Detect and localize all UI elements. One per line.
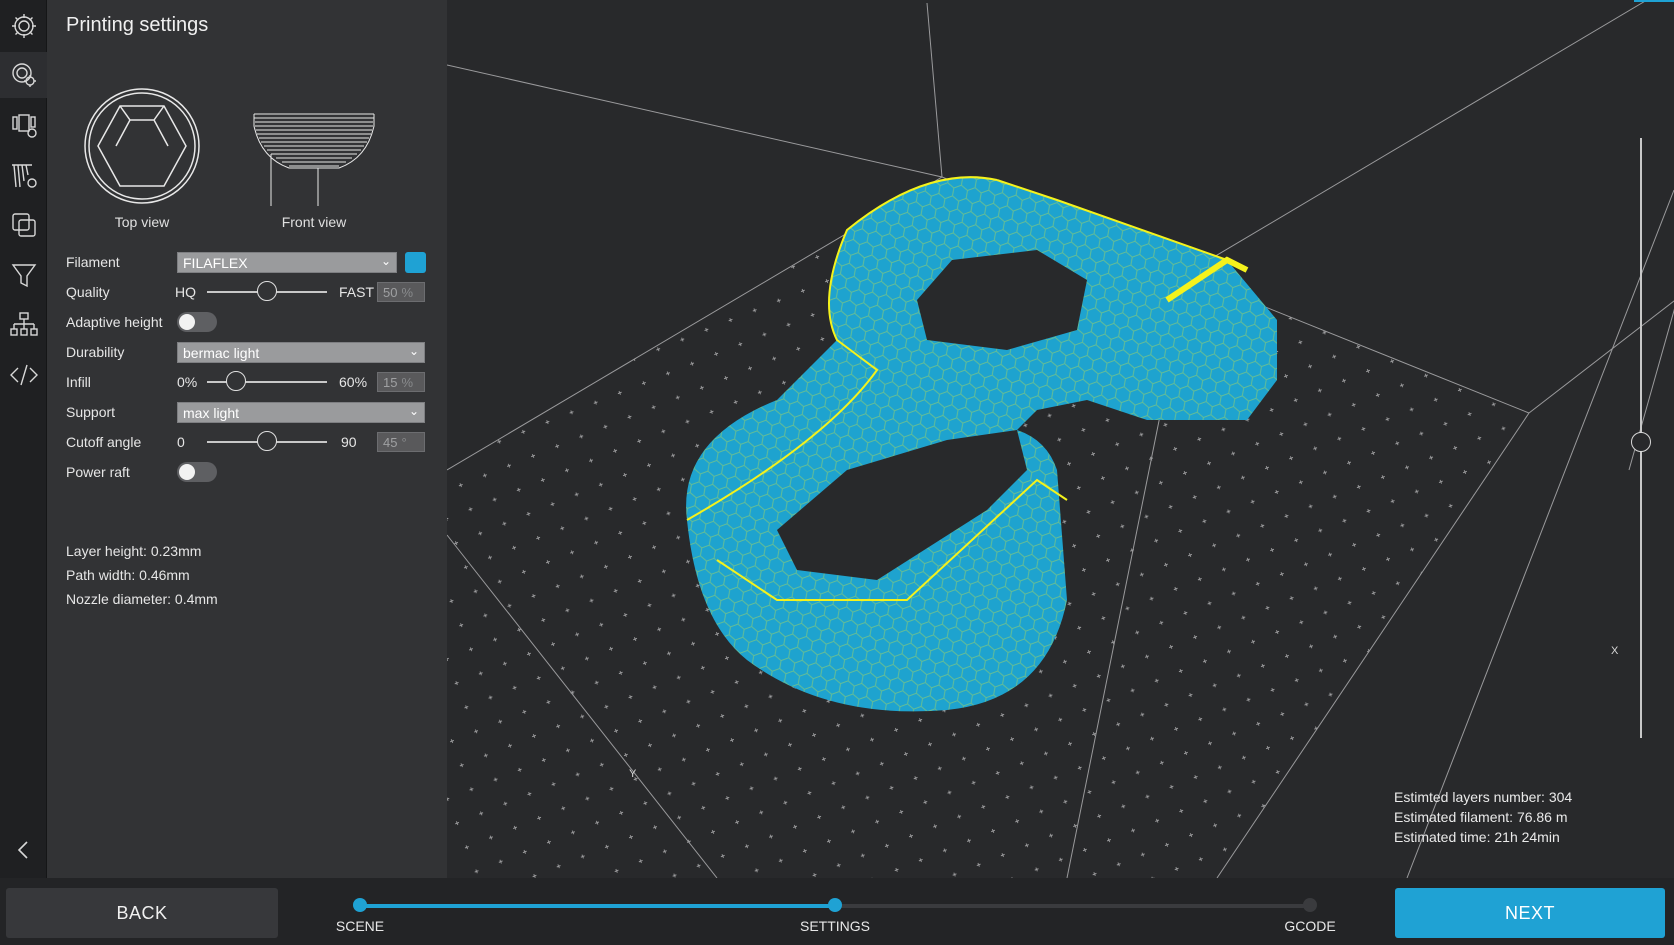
power-raft-label: Power raft bbox=[66, 464, 130, 480]
quality-slider-knob[interactable] bbox=[257, 281, 277, 301]
quality-max: FAST bbox=[339, 284, 375, 300]
app: Printing settings Top view Front view Fi… bbox=[0, 0, 1674, 945]
panel-title: Printing settings bbox=[66, 14, 209, 36]
adaptive-height-label: Adaptive height bbox=[66, 314, 163, 330]
nozzle-diameter-info: Nozzle diameter: 0.4mm bbox=[66, 591, 218, 607]
step-dot-settings[interactable] bbox=[828, 898, 842, 912]
chevron-down-icon: ⌄ bbox=[380, 254, 391, 268]
layer-slider-knob[interactable] bbox=[1631, 432, 1651, 452]
filament-label: Filament bbox=[66, 254, 120, 270]
infill-slider-track[interactable] bbox=[207, 381, 327, 383]
support-select[interactable]: max light ⌄ bbox=[177, 402, 425, 423]
filament-value: FILAFLEX bbox=[183, 255, 248, 271]
adaptive-height-toggle[interactable] bbox=[177, 312, 217, 332]
progress-done bbox=[360, 904, 835, 908]
front-view-icon bbox=[253, 113, 375, 206]
collapse-panel-icon[interactable] bbox=[12, 838, 36, 862]
back-button[interactable]: BACK bbox=[6, 888, 278, 938]
printer-settings-icon[interactable] bbox=[0, 102, 47, 148]
quality-label: Quality bbox=[66, 284, 110, 300]
3d-viewport[interactable]: X Y bbox=[447, 0, 1674, 878]
estimated-layers: Estimted layers number: 304 bbox=[1394, 789, 1573, 805]
quality-unit: % bbox=[401, 285, 414, 300]
cutoff-angle-slider-knob[interactable] bbox=[257, 431, 277, 451]
next-button[interactable]: NEXT bbox=[1395, 888, 1665, 938]
step-dot-gcode[interactable] bbox=[1303, 898, 1317, 912]
layer-height-info: Layer height: 0.23mm bbox=[66, 543, 202, 559]
step-label-gcode[interactable]: GCODE bbox=[1284, 918, 1335, 934]
path-width-info: Path width: 0.46mm bbox=[66, 567, 190, 583]
sidebar bbox=[0, 0, 47, 878]
chevron-down-icon: ⌄ bbox=[408, 344, 419, 358]
infill-value: 15 bbox=[383, 375, 398, 390]
filament-select[interactable]: FILAFLEX ⌄ bbox=[177, 252, 397, 273]
support-label: Support bbox=[66, 404, 116, 420]
filament-color-swatch[interactable] bbox=[405, 252, 426, 273]
layers-icon[interactable] bbox=[0, 202, 47, 248]
print-bed-scene: X Y bbox=[447, 0, 1674, 878]
settings-gear-icon[interactable] bbox=[0, 3, 47, 49]
infill-unit: % bbox=[401, 375, 414, 390]
filter-icon[interactable] bbox=[0, 252, 47, 298]
top-view-icon bbox=[84, 88, 200, 204]
quality-input[interactable]: 50% bbox=[377, 282, 425, 302]
infill-min: 0% bbox=[177, 374, 198, 390]
x-axis-label: X bbox=[1611, 645, 1619, 657]
infill-label: Infill bbox=[66, 374, 91, 390]
power-raft-toggle[interactable] bbox=[177, 462, 217, 482]
progress-remaining bbox=[835, 904, 1310, 908]
tree-icon[interactable] bbox=[0, 302, 47, 348]
printing-settings-icon[interactable] bbox=[0, 52, 47, 98]
durability-select[interactable]: bermac light ⌄ bbox=[177, 342, 425, 363]
support-value: max light bbox=[183, 405, 240, 421]
step-dot-scene[interactable] bbox=[353, 898, 367, 912]
top-accent-bar bbox=[1634, 0, 1674, 2]
y-axis-label: Y bbox=[629, 768, 637, 780]
durability-label: Durability bbox=[66, 344, 125, 360]
cutoff-angle-min: 0 bbox=[177, 434, 185, 450]
step-label-settings[interactable]: SETTINGS bbox=[800, 918, 870, 934]
code-icon[interactable] bbox=[0, 352, 47, 398]
cutoff-angle-value: 45 bbox=[383, 435, 398, 450]
cutoff-angle-input[interactable]: 45 ° bbox=[377, 432, 425, 452]
estimates: Estimted layers number: 304 Estimated fi… bbox=[1394, 787, 1572, 847]
front-view-label: Front view bbox=[281, 214, 347, 230]
front-view: Front view bbox=[239, 86, 389, 230]
quality-value: 50 bbox=[383, 285, 398, 300]
cutoff-angle-label: Cutoff angle bbox=[66, 434, 142, 450]
quality-min: HQ bbox=[175, 284, 196, 300]
infill-max: 60% bbox=[339, 374, 368, 390]
cutoff-angle-max: 90 bbox=[341, 434, 357, 450]
infill-slider-knob[interactable] bbox=[226, 371, 246, 391]
top-view-label: Top view bbox=[114, 214, 170, 230]
infill-input[interactable]: 15% bbox=[377, 372, 425, 392]
chevron-down-icon: ⌄ bbox=[408, 404, 419, 418]
top-view: Top view bbox=[67, 86, 217, 230]
cutoff-angle-unit: ° bbox=[401, 435, 407, 450]
estimated-time: Estimated time: 21h 24min bbox=[1394, 829, 1560, 845]
settings-panel: Printing settings Top view Front view Fi… bbox=[47, 0, 447, 878]
support-settings-icon[interactable] bbox=[0, 152, 47, 198]
step-label-scene[interactable]: SCENE bbox=[336, 918, 384, 934]
estimated-filament: Estimated filament: 76.86 m bbox=[1394, 809, 1568, 825]
durability-value: bermac light bbox=[183, 345, 260, 361]
